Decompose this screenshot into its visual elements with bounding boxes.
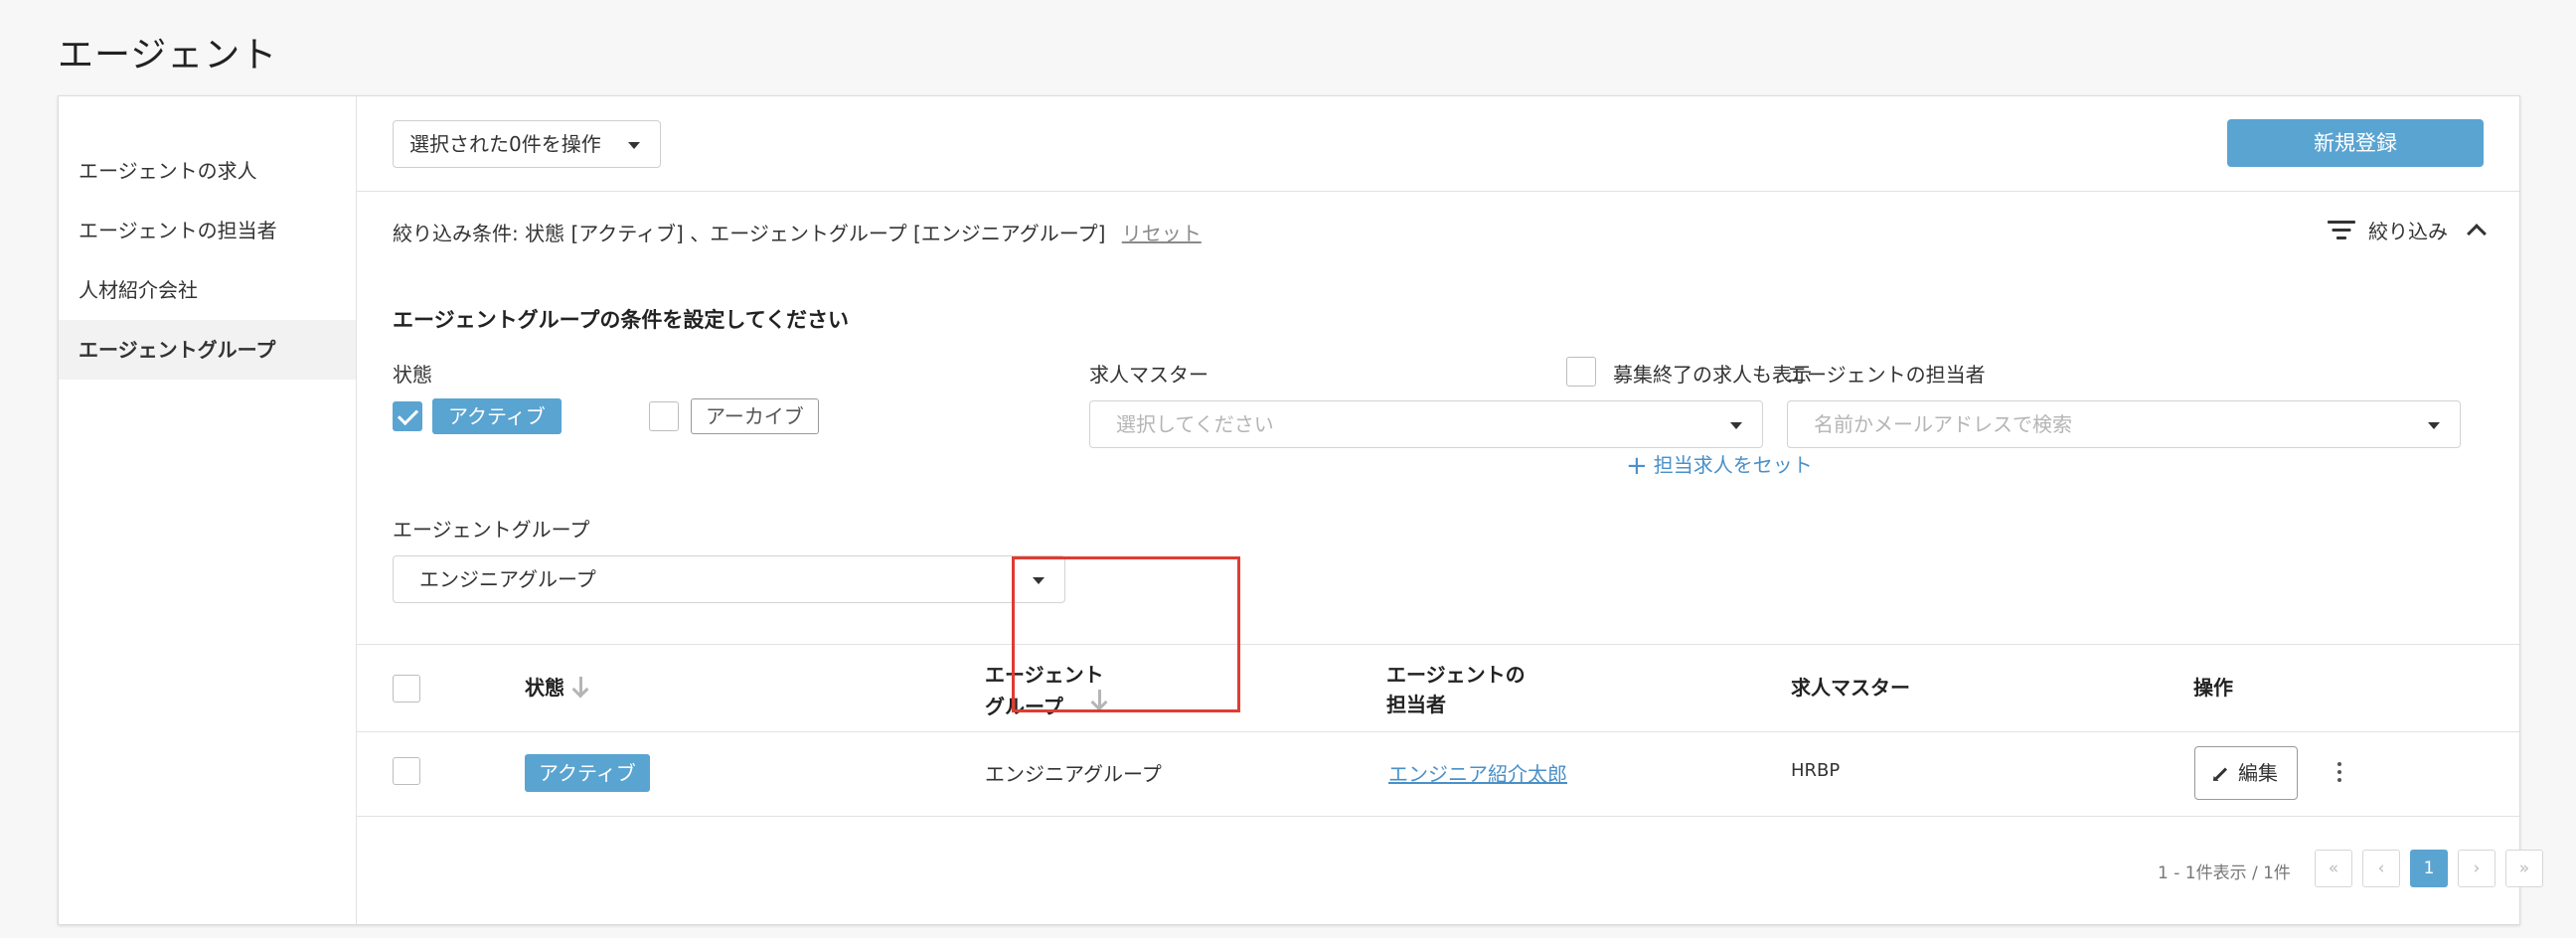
sort-down-icon (572, 677, 588, 699)
pagination-info: 1 - 1件表示 / 1件 (2158, 863, 2291, 883)
divider (357, 191, 2519, 192)
divider (357, 731, 2519, 732)
caret-down-icon (1730, 422, 1742, 429)
divider (357, 816, 2519, 817)
first-page-button[interactable]: « (2315, 850, 2352, 887)
content-card: エージェントの求人 エージェントの担当者 人材紹介会社 エージェントグループ 選… (58, 95, 2543, 925)
column-header-status[interactable]: 状態 (525, 673, 588, 703)
pencil-icon (2214, 767, 2228, 780)
filter-panel: エージェントグループの条件を設定してください 状態 アクティブ アーカイブ 求人… (357, 275, 2519, 644)
show-closed-checkbox[interactable] (1566, 357, 1596, 387)
status-active-tag[interactable]: アクティブ (432, 398, 562, 434)
next-page-button[interactable]: › (2458, 850, 2496, 887)
more-options-icon[interactable] (2334, 761, 2344, 785)
page-title: エージェント (58, 35, 278, 76)
main-content: 選択された0件を操作 新規登録 絞り込み条件: 状態 [アクティブ] 、エージェ… (357, 96, 2543, 924)
prev-page-button[interactable]: ‹ (2362, 850, 2400, 887)
status-badge: アクティブ (525, 754, 650, 792)
last-page-button[interactable]: » (2505, 850, 2543, 887)
column-header-agent-person: エージェントの 担当者 (1386, 663, 1526, 716)
job-master-cell: HRBP (1791, 760, 1841, 781)
agent-group-cell: エンジニアグループ (985, 762, 1162, 786)
column-header-job-master: 求人マスター (1791, 676, 1910, 700)
reset-link[interactable]: リセット (1122, 222, 1202, 245)
agent-group-select[interactable]: エンジニアグループ (393, 555, 1065, 603)
status-filter-label: 状態 (393, 363, 432, 387)
page-1-button[interactable]: 1 (2410, 850, 2448, 887)
agent-group-label: エージェントグループ (393, 518, 590, 542)
add-job-link[interactable]: + 担当求人をセット (1626, 449, 1813, 481)
status-archive-checkbox[interactable] (649, 401, 679, 431)
sidebar: エージェントの求人 エージェントの担当者 人材紹介会社 エージェントグループ (59, 96, 357, 924)
job-master-label: 求人マスター (1089, 363, 1208, 387)
filter-summary-text: 絞り込み条件: 状態 [アクティブ] 、エージェントグループ [エンジニアグルー… (393, 222, 1106, 245)
column-header-actions: 操作 (2193, 676, 2233, 700)
status-archive-tag[interactable]: アーカイブ (691, 398, 819, 434)
edit-button[interactable]: 編集 (2194, 746, 2298, 800)
bulk-action-label: 選択された0件を操作 (409, 132, 601, 156)
filter-icon (2327, 219, 2356, 240)
job-master-select[interactable]: 選択してください (1089, 400, 1763, 448)
job-master-placeholder: 選択してください (1116, 412, 1274, 436)
agent-person-placeholder: 名前かメールアドレスで検索 (1814, 412, 2072, 436)
add-job-label: 担当求人をセット (1653, 453, 1813, 477)
caret-down-icon (628, 142, 640, 149)
show-closed-label: 募集終了の求人も表示 (1613, 363, 1812, 387)
select-all-checkbox[interactable] (393, 675, 420, 703)
sidebar-item-agent-persons[interactable]: エージェントの担当者 (59, 201, 356, 260)
agent-person-label: エージェントの担当者 (1787, 363, 1986, 387)
sidebar-item-agent-jobs[interactable]: エージェントの求人 (59, 141, 356, 201)
agent-group-value: エンジニアグループ (419, 567, 596, 591)
filter-toggle-button[interactable]: 絞り込み (2327, 214, 2487, 245)
agent-person-search[interactable]: 名前かメールアドレスで検索 (1787, 400, 2461, 448)
bulk-action-select[interactable]: 選択された0件を操作 (393, 120, 661, 168)
filter-panel-title: エージェントグループの条件を設定してください (393, 308, 850, 332)
sidebar-item-agencies[interactable]: 人材紹介会社 (59, 260, 356, 320)
filter-toggle-label: 絞り込み (2368, 219, 2448, 243)
sidebar-item-agent-groups[interactable]: エージェントグループ (59, 320, 356, 380)
filter-summary: 絞り込み条件: 状態 [アクティブ] 、エージェントグループ [エンジニアグルー… (393, 218, 1202, 246)
status-active-checkbox[interactable] (393, 401, 422, 431)
chevron-up-icon (2467, 224, 2487, 243)
divider (357, 644, 2519, 645)
plus-icon: + (1626, 451, 1648, 481)
agent-person-link[interactable]: エンジニア紹介太郎 (1388, 758, 1567, 787)
caret-down-icon (2428, 422, 2440, 429)
highlight-box (1012, 556, 1240, 712)
new-register-button[interactable]: 新規登録 (2227, 119, 2484, 167)
row-checkbox[interactable] (393, 757, 420, 785)
